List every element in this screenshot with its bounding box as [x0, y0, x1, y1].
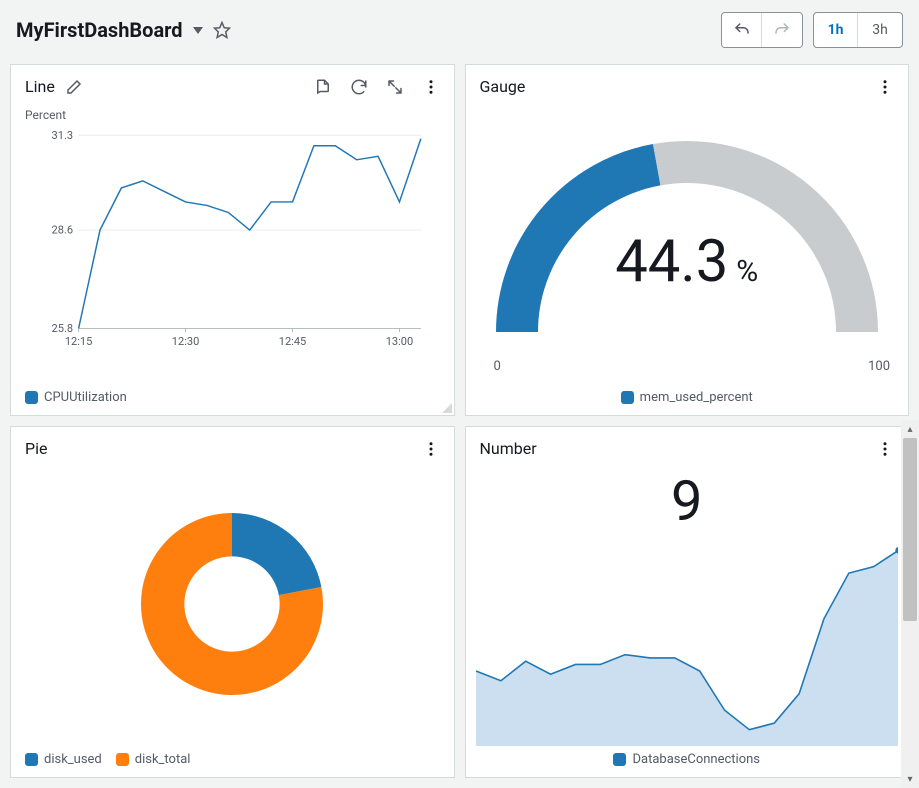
- header-right-controls: 1h 3h: [721, 12, 903, 48]
- widget-pie: Pie disk_used disk_total: [10, 426, 455, 778]
- dashboard-title: MyFirstDashBoard: [16, 18, 183, 42]
- svg-text:31.3: 31.3: [52, 129, 74, 142]
- favorite-star-icon[interactable]: [211, 19, 233, 41]
- scroll-down-icon[interactable]: ▾: [901, 770, 919, 788]
- scroll-thumb[interactable]: [903, 438, 917, 621]
- line-legend-item: CPUUtilization: [25, 390, 127, 405]
- number-legend-label: DatabaseConnections: [632, 752, 760, 767]
- pie-body: [11, 464, 454, 746]
- swatch-blue-icon: [613, 753, 626, 766]
- line-y-title: Percent: [25, 108, 66, 122]
- widget-line: Line Percent: [10, 64, 455, 416]
- kebab-menu-icon[interactable]: [876, 440, 894, 458]
- pie-legend-used-label: disk_used: [44, 752, 102, 767]
- gauge-legend-item: mem_used_percent: [621, 390, 753, 405]
- time-range-1h[interactable]: 1h: [814, 13, 858, 47]
- widget-pie-title: Pie: [25, 439, 47, 458]
- kebab-menu-icon[interactable]: [422, 78, 440, 96]
- widget-gauge-head: Gauge: [466, 65, 909, 102]
- widget-number-title: Number: [480, 439, 537, 458]
- gauge-unit: %: [736, 254, 758, 289]
- svg-text:12:15: 12:15: [65, 335, 92, 348]
- refresh-icon[interactable]: [350, 78, 368, 96]
- vertical-scrollbar[interactable]: ▴ ▾: [901, 420, 919, 788]
- svg-text:25.8: 25.8: [52, 322, 74, 335]
- gauge-body: 44.3% 0 100: [466, 102, 909, 384]
- scroll-up-icon[interactable]: ▴: [901, 420, 919, 438]
- svg-text:12:45: 12:45: [279, 335, 306, 348]
- undo-button[interactable]: [722, 13, 762, 47]
- svg-text:28.6: 28.6: [52, 224, 74, 237]
- svg-text:12:30: 12:30: [172, 335, 199, 348]
- scroll-track[interactable]: [901, 438, 919, 770]
- redo-button[interactable]: [762, 13, 802, 47]
- expand-icon[interactable]: [386, 78, 404, 96]
- number-body: 9: [466, 464, 909, 746]
- title-group: MyFirstDashBoard: [16, 18, 233, 42]
- number-legend-item: DatabaseConnections: [613, 752, 760, 767]
- copy-icon[interactable]: [314, 78, 332, 96]
- pie-legend: disk_used disk_total: [11, 746, 454, 777]
- widget-gauge: Gauge 44.3% 0 100 mem_used_percent: [465, 64, 910, 416]
- line-legend: CPUUtilization: [11, 384, 454, 415]
- resize-handle-icon[interactable]: [438, 399, 454, 415]
- gauge-value-block: 44.3%: [615, 228, 758, 296]
- gauge-legend-label: mem_used_percent: [640, 390, 753, 405]
- edit-icon[interactable]: [65, 78, 83, 96]
- kebab-menu-icon[interactable]: [422, 440, 440, 458]
- widget-number: Number 9 DatabaseConnections: [465, 426, 910, 778]
- undo-redo-group: [721, 12, 803, 48]
- widget-line-head: Line: [11, 65, 454, 102]
- number-legend: DatabaseConnections: [466, 746, 909, 777]
- gauge-min: 0: [494, 359, 501, 374]
- widget-number-head: Number: [466, 427, 909, 464]
- gauge-legend: mem_used_percent: [466, 384, 909, 415]
- pie-legend-total-label: disk_total: [135, 752, 191, 767]
- kebab-menu-icon[interactable]: [876, 78, 894, 96]
- swatch-orange-icon: [116, 753, 129, 766]
- title-caret-icon[interactable]: [193, 27, 203, 34]
- time-range-3h[interactable]: 3h: [858, 13, 902, 47]
- swatch-blue-icon: [621, 391, 634, 404]
- swatch-blue-icon: [25, 753, 38, 766]
- widget-line-title: Line: [25, 77, 55, 96]
- dashboard-header: MyFirstDashBoard 1h 3h: [0, 0, 919, 64]
- widget-pie-head: Pie: [11, 427, 454, 464]
- time-range-tabs: 1h 3h: [813, 12, 903, 48]
- pie-legend-used: disk_used: [25, 752, 102, 767]
- gauge-value: 44.3: [615, 228, 728, 296]
- pie-legend-total: disk_total: [116, 752, 191, 767]
- line-legend-label: CPUUtilization: [44, 390, 127, 405]
- gauge-max: 100: [868, 359, 890, 374]
- swatch-blue-icon: [25, 391, 38, 404]
- widget-grid: Line Percent: [0, 64, 919, 788]
- line-chart-body: Percent 25.8 28.6 31.3 12:15 12:30 12:45 13:00: [11, 102, 454, 384]
- number-value: 9: [466, 468, 909, 534]
- widget-gauge-title: Gauge: [480, 77, 526, 96]
- svg-text:13:00: 13:00: [386, 335, 413, 348]
